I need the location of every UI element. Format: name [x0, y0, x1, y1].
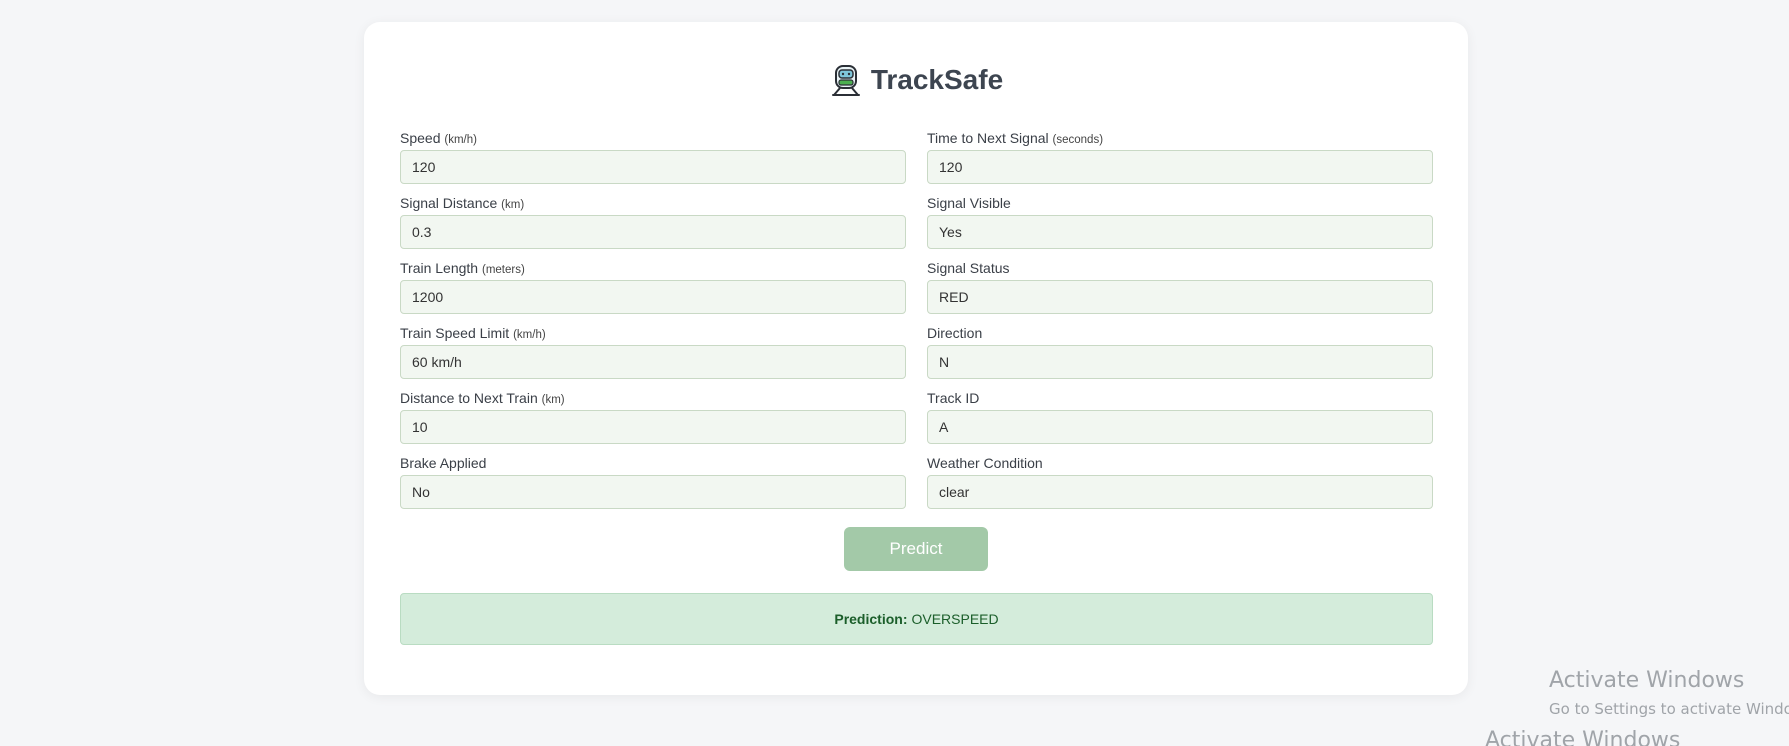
predict-button[interactable]: Predict	[844, 527, 988, 571]
field-label: Distance to Next Train (km)	[400, 390, 565, 406]
distance-to-next-train-input[interactable]	[400, 410, 906, 444]
time-to-next-signal-input[interactable]	[927, 150, 1433, 184]
field-brake-applied: Brake Applied	[400, 453, 906, 518]
header: TrackSafe	[364, 58, 1468, 102]
speed-input[interactable]	[400, 150, 906, 184]
field-time-to-next-signal: Time to Next Signal (seconds)	[927, 128, 1433, 193]
app-title: TrackSafe	[870, 64, 1004, 95]
signal-visible-input[interactable]	[927, 215, 1433, 249]
watermark-subtitle: Go to Settings to activate Windows.	[1549, 700, 1789, 718]
watermark-title-repeat: Activate Windows	[1485, 728, 1681, 746]
weather-condition-input[interactable]	[927, 475, 1433, 509]
field-label: Train Length (meters)	[400, 260, 525, 276]
field-label: Brake Applied	[400, 455, 487, 471]
field-speed: Speed (km/h)	[400, 128, 906, 193]
activate-windows-watermark: Activate Windows Go to Settings to activ…	[1549, 666, 1789, 722]
watermark-title: Activate Windows	[1549, 668, 1745, 693]
field-signal-distance: Signal Distance (km)	[400, 193, 906, 258]
field-label: Signal Distance (km)	[400, 195, 525, 211]
main-card: TrackSafe Speed (km/h) Time to Next Sign…	[364, 22, 1468, 695]
track-id-input[interactable]	[927, 410, 1433, 444]
prediction-value: OVERSPEED	[911, 611, 999, 627]
field-signal-status: Signal Status	[927, 258, 1433, 323]
field-label: Signal Status	[927, 260, 1010, 276]
field-label: Track ID	[927, 390, 980, 406]
field-label: Weather Condition	[927, 455, 1043, 471]
field-label: Train Speed Limit (km/h)	[400, 325, 546, 341]
field-label: Time to Next Signal (seconds)	[927, 130, 1104, 146]
prediction-label: Prediction:	[834, 611, 908, 627]
field-direction: Direction	[927, 323, 1433, 388]
field-train-speed-limit: Train Speed Limit (km/h)	[400, 323, 906, 388]
field-distance-to-next-train: Distance to Next Train (km)	[400, 388, 906, 453]
brake-applied-input[interactable]	[400, 475, 906, 509]
train-icon	[829, 63, 863, 97]
field-train-length: Train Length (meters)	[400, 258, 906, 323]
field-label: Signal Visible	[927, 195, 1011, 211]
prediction-result: Prediction: OVERSPEED	[400, 593, 1433, 645]
train-speed-limit-input[interactable]	[400, 345, 906, 379]
train-length-input[interactable]	[400, 280, 906, 314]
field-weather-condition: Weather Condition	[927, 453, 1433, 518]
field-label: Speed (km/h)	[400, 130, 477, 146]
field-label: Direction	[927, 325, 983, 341]
field-signal-visible: Signal Visible	[927, 193, 1433, 258]
field-track-id: Track ID	[927, 388, 1433, 453]
direction-input[interactable]	[927, 345, 1433, 379]
signal-distance-input[interactable]	[400, 215, 906, 249]
input-form: Speed (km/h) Time to Next Signal (second…	[400, 128, 1433, 518]
signal-status-input[interactable]	[927, 280, 1433, 314]
